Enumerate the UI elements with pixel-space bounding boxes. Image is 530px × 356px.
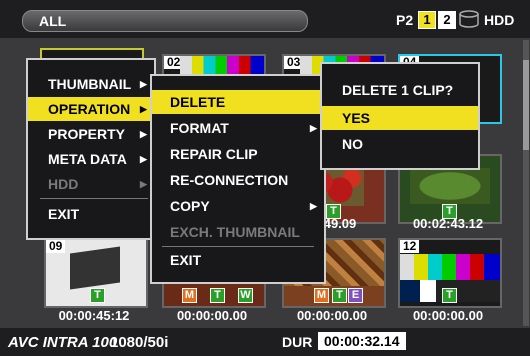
thumbnail-number: 12 [400, 240, 420, 253]
mode-label: ALL [39, 13, 67, 29]
thumbnail-number: 09 [46, 240, 66, 253]
no-label: NO [342, 136, 363, 152]
thumbnail-09[interactable]: 09 T [44, 238, 148, 308]
menu-item-exit[interactable]: EXIT [28, 202, 154, 226]
menu-item-label: DELETE [170, 94, 226, 110]
chevron-right-icon: ▶ [140, 154, 147, 164]
chevron-right-icon: ▶ [310, 201, 317, 211]
mode-pill[interactable]: ALL [22, 10, 308, 32]
vegetables-image [410, 168, 490, 204]
thumbnail-10-timecode: 00:00:00.00 [176, 308, 248, 323]
chevron-right-icon: ▶ [310, 123, 317, 133]
menu-item-copy[interactable]: COPY ▶ [152, 194, 324, 218]
chevron-right-icon: ▶ [140, 129, 147, 139]
colorbar-image [180, 56, 264, 76]
menu-item-label: REPAIR CLIP [170, 146, 258, 162]
duration-value: 00:00:32.14 [318, 332, 406, 350]
camera-image [70, 246, 120, 290]
thumbnail-12-timecode: 00:00:00.00 [412, 308, 484, 323]
duration-label: DUR [282, 334, 313, 350]
screen: ALL P2 1 2 HDD 02 03 04 4 T 49.09 T 00:0… [0, 0, 530, 356]
thumbnail-08-timecode: 00:02:43.12 [412, 216, 484, 231]
p2-label: P2 [396, 12, 414, 28]
menu-item-label: OPERATION [48, 101, 131, 117]
thumbnail-11-timecode: 00:00:00.00 [296, 308, 368, 323]
warning-badge: W [238, 288, 253, 303]
menu-item-format[interactable]: FORMAT ▶ [152, 116, 324, 140]
format-label: 1080/50i [110, 334, 169, 351]
confirm-question: DELETE 1 CLIP? [322, 78, 478, 102]
menu-item-hdd[interactable]: HDD ▶ [28, 172, 154, 196]
menu-item-label: EXCH. THUMBNAIL [170, 224, 300, 240]
confirm-question-text: DELETE 1 CLIP? [342, 82, 454, 98]
menu-item-label: META DATA [48, 151, 127, 167]
chevron-right-icon: ▶ [140, 104, 147, 114]
menu-item-re-connection[interactable]: RE-CONNECTION [152, 168, 324, 192]
top-bar: ALL P2 1 2 HDD [0, 0, 530, 38]
menu-item-label: COPY [170, 198, 210, 214]
slot-1-indicator: 1 [418, 11, 436, 29]
menu-item-property[interactable]: PROPERTY ▶ [28, 122, 154, 146]
chevron-right-icon: ▶ [140, 79, 147, 89]
menu-item-label: THUMBNAIL [48, 76, 132, 92]
menu-item-operation[interactable]: OPERATION ▶ [28, 97, 154, 121]
menu-item-label: HDD [48, 176, 79, 192]
menu-divider [40, 198, 148, 199]
slot-2-indicator: 2 [438, 11, 456, 29]
menu-item-label: PROPERTY [48, 126, 126, 142]
operation-submenu: DELETE FORMAT ▶ REPAIR CLIP RE-CONNECTIO… [150, 74, 326, 284]
menu-item-delete[interactable]: DELETE [152, 90, 324, 114]
menu-item-label: RE-CONNECTION [170, 172, 289, 188]
menu-item-thumbnail[interactable]: THUMBNAIL ▶ [28, 72, 154, 96]
shot-mark-badge: M [314, 288, 329, 303]
text-memo-badge: T [442, 288, 457, 303]
edit-badge: E [348, 288, 363, 303]
chevron-right-icon: ▶ [140, 179, 147, 189]
hdd-icon [459, 10, 479, 28]
confirm-no-button[interactable]: NO [322, 132, 478, 156]
hdd-label: HDD [484, 12, 515, 28]
scrollbar-thumb[interactable] [523, 60, 529, 150]
menu-item-exch-thumbnail[interactable]: EXCH. THUMBNAIL [152, 220, 324, 244]
menu-item-exit[interactable]: EXIT [152, 248, 324, 272]
main-menu: THUMBNAIL ▶ OPERATION ▶ PROPERTY ▶ META … [26, 58, 156, 240]
text-memo-badge: T [332, 288, 347, 303]
codec-label: AVC INTRA 100 [8, 334, 118, 351]
colorbar-image [400, 254, 500, 280]
menu-item-label: FORMAT [170, 120, 229, 136]
yes-label: YES [342, 110, 371, 126]
menu-item-label: EXIT [170, 252, 202, 268]
delete-confirm-dialog: DELETE 1 CLIP? YES NO [320, 62, 480, 170]
text-memo-badge: T [90, 288, 105, 303]
shot-mark-badge: M [182, 288, 197, 303]
menu-item-repair-clip[interactable]: REPAIR CLIP [152, 142, 324, 166]
thumbnail-09-timecode: 00:00:45:12 [58, 308, 130, 323]
confirm-yes-button[interactable]: YES [322, 106, 478, 130]
text-memo-badge: T [210, 288, 225, 303]
menu-item-meta-data[interactable]: META DATA ▶ [28, 147, 154, 171]
menu-divider [162, 246, 314, 247]
bottom-bar: AVC INTRA 100 1080/50i DUR 00:00:32.14 [0, 328, 530, 356]
menu-item-label: EXIT [48, 206, 80, 222]
thumbnail-12[interactable]: 12 T [398, 238, 502, 308]
